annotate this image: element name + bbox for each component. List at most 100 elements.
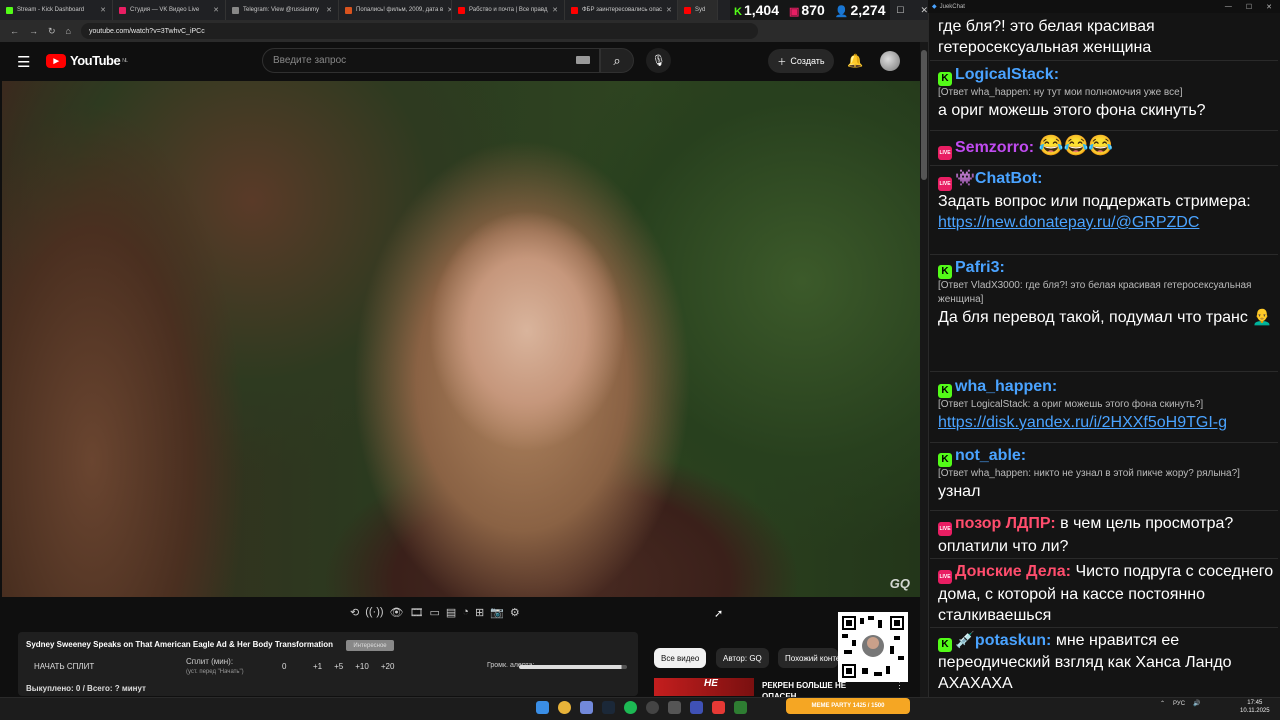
url-field[interactable]: youtube.com/watch?v=3TwhvC_iPCc xyxy=(80,23,758,39)
add-icon[interactable]: ⊞ xyxy=(475,606,484,619)
film-icon[interactable]: 🎞 xyxy=(410,606,424,619)
discord-icon[interactable] xyxy=(580,701,593,714)
chat-username[interactable]: not_able: xyxy=(955,447,1026,464)
close-tab-icon[interactable]: ✕ xyxy=(100,6,106,14)
loop-icon[interactable]: ⟲ xyxy=(350,606,359,619)
tab-favicon-icon xyxy=(458,6,465,14)
obs-icon[interactable] xyxy=(646,701,659,714)
player-extension-toolbar: ⟲ ((·)) 👁 🎞 ▭ ▤ ◔ ⊞ 📷 ⚙ xyxy=(350,606,520,619)
eye-icon[interactable]: 👁 xyxy=(390,606,404,619)
add-1-button[interactable]: +1 xyxy=(313,662,322,671)
chat-username[interactable]: Pafri3: xyxy=(955,259,1005,276)
kick-badge-icon: K xyxy=(938,265,952,279)
browser-tab[interactable]: Попались! фильм, 2009, дата в✕ xyxy=(339,0,452,20)
start-icon[interactable] xyxy=(536,701,549,714)
tab-favicon-icon xyxy=(232,6,239,14)
spotify-icon[interactable] xyxy=(624,701,637,714)
keyboard-icon[interactable] xyxy=(576,56,590,64)
add-5-button[interactable]: +5 xyxy=(334,662,343,671)
tag-button[interactable]: Интересное xyxy=(346,640,394,651)
disk-link[interactable]: https://disk.yandex.ru/i/2HXXf5oH9TGI-g xyxy=(938,414,1227,431)
minimize-icon[interactable]: — xyxy=(1225,3,1232,11)
add-20-button[interactable]: +20 xyxy=(381,662,395,671)
live-badge-icon: LIVE xyxy=(938,177,952,191)
volume-icon[interactable]: 🔊 xyxy=(1193,700,1200,707)
app-icon[interactable] xyxy=(734,701,747,714)
chat-username[interactable]: wha_happen: xyxy=(955,378,1057,395)
recommendation-thumbnail[interactable]: НЕ xyxy=(654,678,754,696)
youtube-play-icon: ▶ xyxy=(46,53,66,68)
hamburger-icon[interactable]: ☰ xyxy=(17,53,30,71)
audio-icon[interactable]: ((·)) xyxy=(365,606,383,619)
close-icon[interactable]: ✕ xyxy=(920,5,928,16)
close-tab-icon[interactable]: ✕ xyxy=(213,6,219,14)
chat-username[interactable]: Донские Дела: xyxy=(955,563,1071,580)
browser-tab[interactable]: Telegram: View @russianmy ✕ xyxy=(226,0,339,20)
youtube-app-icon[interactable] xyxy=(712,701,725,714)
kick-badge-icon: K xyxy=(938,384,952,398)
alert-volume-slider[interactable] xyxy=(519,665,627,669)
maximize-icon[interactable]: ☐ xyxy=(1246,3,1252,11)
theater-icon[interactable]: ▤ xyxy=(446,606,456,619)
search-input[interactable]: Введите запрос xyxy=(262,48,600,73)
chat-message: K 💉potaskun: мне нравится ее переодически… xyxy=(938,630,1274,694)
gear-icon[interactable]: ⚙ xyxy=(510,606,520,619)
language-indicator[interactable]: РУС xyxy=(1173,701,1185,707)
close-tab-icon[interactable]: ✕ xyxy=(326,6,332,14)
donate-link[interactable]: https://new.donatepay.ru/@GRPZDC xyxy=(938,214,1199,231)
chat-username[interactable]: LogicalStack: xyxy=(955,66,1059,83)
forward-icon[interactable]: → xyxy=(29,26,38,36)
mic-button[interactable]: 🎙 xyxy=(646,48,671,73)
chip-all-videos[interactable]: Все видео xyxy=(654,648,707,668)
split-hint: (уст. перед "Начать") xyxy=(186,669,244,675)
app-icon[interactable] xyxy=(690,701,703,714)
chevron-up-icon[interactable]: ⌃ xyxy=(1160,700,1165,707)
live-badge-icon: LIVE xyxy=(938,522,952,536)
plus-icon: ＋ xyxy=(777,56,787,67)
browser-tab-active[interactable]: Syd xyxy=(678,0,718,20)
home-icon[interactable]: ⌂ xyxy=(66,26,71,36)
reload-icon[interactable]: ↻ xyxy=(48,26,56,37)
tab-favicon-icon xyxy=(684,6,691,14)
back-icon[interactable]: ← xyxy=(10,26,19,36)
close-tab-icon[interactable]: ✕ xyxy=(552,6,558,14)
browser-tab[interactable]: Студия — VK Видео Live ✕ xyxy=(113,0,226,20)
avatar[interactable] xyxy=(880,51,900,71)
app-icon[interactable] xyxy=(668,701,681,714)
maximize-icon[interactable]: ☐ xyxy=(896,5,904,16)
mic-icon: 🎙 xyxy=(651,55,666,67)
youtube-logo[interactable]: ▶ YouTube NL xyxy=(46,53,128,68)
speed-icon[interactable]: ◔ xyxy=(462,606,469,619)
chat-username[interactable]: позор ЛДПР: xyxy=(955,515,1056,532)
chrome-icon[interactable] xyxy=(558,701,571,714)
chat-username[interactable]: 💉potaskun: xyxy=(955,632,1051,649)
meme-party-progress: 1425 / 1500 xyxy=(852,703,885,709)
close-tab-icon[interactable]: ✕ xyxy=(666,6,672,14)
kick-badge-icon: K xyxy=(938,638,952,652)
stream-stats-overlay: K 1,404 ▣ 870 👤 2,274 xyxy=(730,0,890,20)
chat-username[interactable]: Semzorro: xyxy=(955,139,1034,156)
steam-icon[interactable] xyxy=(602,701,615,714)
create-button[interactable]: ＋ Создать xyxy=(768,49,834,73)
add-10-button[interactable]: +10 xyxy=(355,662,369,671)
browser-tab[interactable]: Рабство и почта | Все правд ✕ xyxy=(452,0,565,20)
bell-icon[interactable]: 🔔 xyxy=(847,53,863,69)
video-title: Sydney Sweeney Speaks on That American E… xyxy=(26,640,334,649)
browser-tab[interactable]: Stream - Kick Dashboard ✕ xyxy=(0,0,113,20)
search-button[interactable]: ⌕ xyxy=(600,48,634,73)
create-label: Создать xyxy=(790,56,825,66)
clock[interactable]: 17:45 10.11.2025 xyxy=(1240,699,1270,715)
split-value[interactable]: 0 xyxy=(282,662,286,671)
tab-favicon-icon xyxy=(119,6,126,14)
chat-username[interactable]: 👾ChatBot: xyxy=(955,170,1042,187)
browser-tab[interactable]: ФБР заинтересовались опас ✕ xyxy=(565,0,678,20)
scrollbar-thumb[interactable] xyxy=(921,50,927,180)
chip-related[interactable]: Похожий контент xyxy=(778,648,838,668)
close-icon[interactable]: ✕ xyxy=(1266,3,1272,11)
chip-author[interactable]: Автор: GQ xyxy=(716,648,769,668)
camera-icon[interactable]: 📷 xyxy=(490,606,504,619)
followers-count: 👤 2,274 xyxy=(834,2,886,18)
start-split-button[interactable]: НАЧАТЬ СПЛИТ xyxy=(34,662,94,671)
pip-icon[interactable]: ▭ xyxy=(429,606,439,619)
video-player[interactable]: GQ xyxy=(2,81,920,597)
